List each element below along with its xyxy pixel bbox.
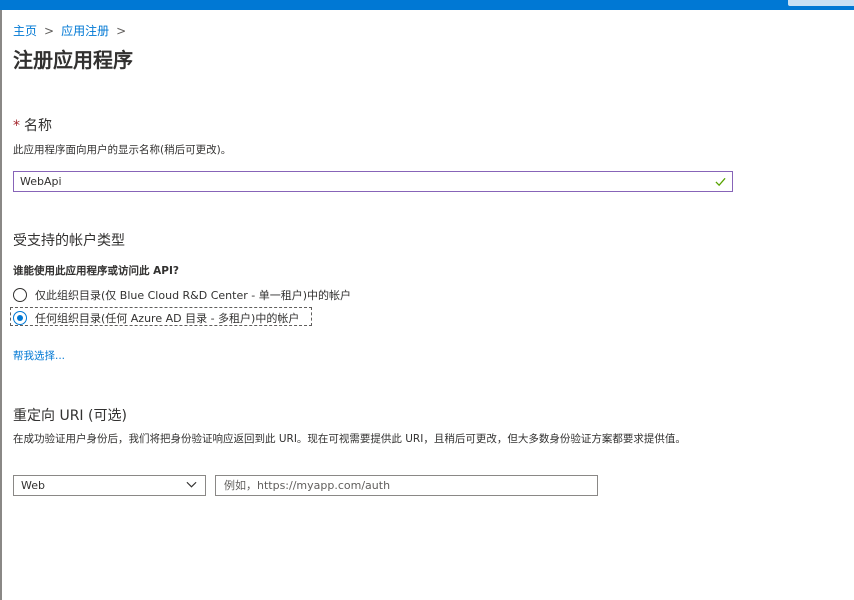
help-me-choose-link[interactable]: 帮我选择... bbox=[13, 348, 65, 363]
radio-checked-icon[interactable] bbox=[13, 311, 27, 325]
redirect-uri-input[interactable]: 例如，https://myapp.com/auth bbox=[215, 475, 598, 496]
breadcrumb-separator: > bbox=[44, 23, 55, 38]
account-types-question: 谁能使用此应用程序或访问此 API? bbox=[13, 265, 179, 277]
left-border bbox=[0, 10, 2, 600]
breadcrumb-app-registrations[interactable]: 应用注册 bbox=[61, 22, 109, 39]
name-label-text: 名称 bbox=[24, 118, 52, 134]
redirect-uri-help-text: 在成功验证用户身份后，我们将把身份验证响应返回到此 URI。现在可视需要提供此 … bbox=[13, 433, 686, 445]
top-bar-button[interactable] bbox=[788, 0, 854, 6]
breadcrumb: 主页 > 应用注册 > bbox=[13, 22, 126, 39]
radio-multi-tenant-label: 任何组织目录(任何 Azure AD 目录 - 多租户)中的帐户 bbox=[35, 312, 300, 325]
breadcrumb-home[interactable]: 主页 bbox=[13, 22, 37, 39]
account-types-heading: 受支持的帐户类型 bbox=[13, 233, 125, 249]
radio-unchecked-icon[interactable] bbox=[13, 288, 27, 302]
radio-single-tenant-label: 仅此组织目录(仅 Blue Cloud R&D Center - 单一租户)中的… bbox=[35, 289, 352, 302]
platform-select[interactable]: Web bbox=[13, 475, 206, 496]
name-label: * 名称 bbox=[13, 115, 52, 135]
redirect-uri-heading: 重定向 URI (可选) bbox=[13, 408, 127, 424]
page-title: 注册应用程序 bbox=[13, 48, 133, 72]
name-input[interactable]: WebApi bbox=[13, 171, 733, 192]
radio-multi-tenant[interactable]: 任何组织目录(任何 Azure AD 目录 - 多租户)中的帐户 bbox=[13, 310, 299, 326]
name-input-value[interactable]: WebApi bbox=[20, 175, 62, 188]
radio-dot bbox=[17, 315, 23, 321]
check-icon bbox=[715, 177, 726, 187]
platform-select-value: Web bbox=[21, 479, 45, 492]
radio-single-tenant[interactable]: 仅此组织目录(仅 Blue Cloud R&D Center - 单一租户)中的… bbox=[13, 287, 351, 303]
redirect-uri-placeholder: 例如，https://myapp.com/auth bbox=[224, 479, 391, 492]
top-bar bbox=[0, 0, 854, 10]
required-marker: * bbox=[13, 118, 20, 134]
breadcrumb-separator: > bbox=[116, 23, 127, 38]
name-help-text: 此应用程序面向用户的显示名称(稍后可更改)。 bbox=[13, 144, 232, 156]
chevron-down-icon bbox=[186, 481, 197, 488]
